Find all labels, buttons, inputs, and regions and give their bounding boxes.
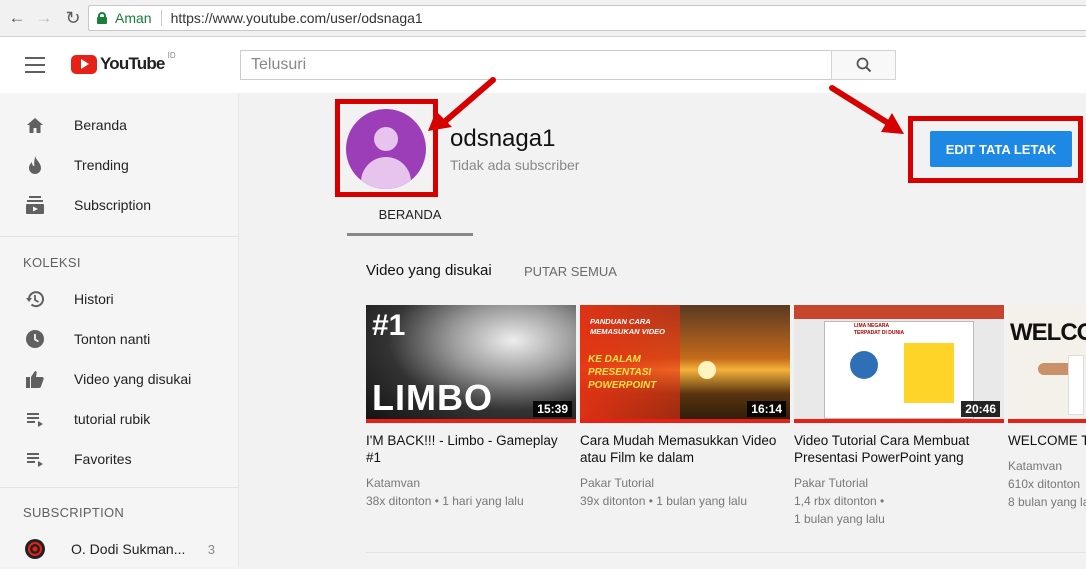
thumbs-up-icon	[24, 368, 46, 390]
tab-beranda[interactable]: BERANDA	[347, 196, 473, 236]
reload-icon[interactable]: ↻	[62, 7, 84, 29]
back-icon[interactable]: ←	[6, 7, 28, 29]
sidebar-item-label: Favorites	[74, 451, 132, 467]
sidebar-item-favorites[interactable]: Favorites	[0, 439, 239, 479]
video-card[interactable]: PANDUAN CARA MEMASUKAN VIDEO KE DALAM PR…	[580, 305, 790, 510]
youtube-header: YouTube ID Telusuri	[0, 37, 1086, 93]
sidebar-item-label: Subscription	[74, 197, 152, 213]
home-icon	[24, 114, 46, 136]
video-title[interactable]: Cara Mudah Memasukkan Video atau Film ke…	[580, 432, 790, 466]
annotation-box-edit	[908, 116, 1083, 183]
video-channel[interactable]: Pakar Tutorial	[794, 474, 1004, 492]
video-title[interactable]: I'M BACK!!! - Limbo - Gameplay #1	[366, 432, 576, 466]
video-duration: 16:14	[747, 401, 786, 417]
section-title[interactable]: Video yang disukai	[366, 262, 492, 279]
play-icon	[71, 54, 97, 74]
video-duration: 15:39	[533, 401, 572, 417]
sidebar-item-tutorial-rubik[interactable]: tutorial rubik	[0, 399, 239, 439]
video-channel[interactable]: Katamvan	[1008, 457, 1086, 475]
video-views: 39x ditonton • 1 bulan yang lalu	[580, 494, 747, 508]
thumbnail-text: LIMBO	[372, 377, 493, 418]
sidebar-item-tonton-nanti[interactable]: Tonton nanti	[0, 319, 239, 359]
video-views: 1,4 rbx ditonton •	[794, 494, 885, 508]
video-duration: 20:46	[961, 401, 1000, 417]
video-card[interactable]: WELCOME WELCOME T CHANNEL:D Katamvan 610…	[1008, 305, 1086, 511]
video-meta: Pakar Tutorial 39x ditonton • 1 bulan ya…	[580, 474, 790, 510]
subscription-count: 3	[207, 541, 215, 557]
video-date: 1 bulan yang lalu	[794, 512, 885, 526]
subscriber-count: Tidak ada subscriber	[450, 157, 580, 173]
playlist-icon	[24, 448, 46, 470]
video-thumbnail[interactable]: PANDUAN CARA MEMASUKAN VIDEO KE DALAM PR…	[580, 305, 790, 423]
video-views: 610x ditonton	[1008, 477, 1081, 491]
video-meta: Katamvan 38x ditonton • 1 hari yang lalu	[366, 474, 576, 510]
url-text[interactable]: https://www.youtube.com/user/odsnaga1	[171, 10, 423, 26]
sidebar-item-trending[interactable]: Trending	[0, 145, 239, 185]
thumbnail-text: KE DALAM PRESENTASI POWERPOINT	[588, 354, 657, 391]
search-icon	[856, 57, 871, 73]
secure-label: Aman	[115, 10, 152, 26]
video-thumbnail[interactable]: #1 LIMBO 15:39	[366, 305, 576, 423]
sidebar-item-video-disukai[interactable]: Video yang disukai	[0, 359, 239, 399]
video-date: 8 bulan yang lalu	[1008, 495, 1086, 509]
video-views: 38x ditonton • 1 hari yang lalu	[366, 494, 524, 508]
sidebar-item-label: Tonton nanti	[74, 331, 151, 347]
video-card[interactable]: #1 LIMBO 15:39 I'M BACK!!! - Limbo - Gam…	[366, 305, 576, 510]
youtube-logo[interactable]: YouTube ID	[71, 51, 176, 74]
annotation-box-avatar	[335, 99, 438, 197]
search-button[interactable]	[831, 50, 896, 80]
url-divider	[160, 10, 162, 26]
thumbnail-text: WELCOME	[1010, 319, 1086, 346]
sidebar-item-histori[interactable]: Histori	[0, 279, 239, 319]
play-all-link[interactable]: PUTAR SEMUA	[524, 264, 617, 279]
sidebar-divider	[0, 236, 239, 237]
video-thumbnail[interactable]: WELCOME	[1008, 305, 1086, 423]
channel-avatar	[24, 538, 46, 560]
video-channel[interactable]: Pakar Tutorial	[580, 474, 790, 492]
sidebar-item-label: tutorial rubik	[74, 411, 151, 427]
sidebar-item-label: O. Dodi Sukman...	[71, 541, 186, 557]
watched-progress-bar	[794, 419, 1004, 423]
thumbnail-text: LIMA NEGARA TERPADAT DI DUNIA	[854, 323, 905, 336]
video-meta: Pakar Tutorial 1,4 rbx ditonton • 1 bula…	[794, 474, 1004, 528]
video-meta: Katamvan 610x ditonton 8 bulan yang lalu	[1008, 457, 1086, 511]
watched-progress-bar	[1008, 419, 1086, 423]
video-card[interactable]: LIMA NEGARA TERPADAT DI DUNIA 20:46 Vide…	[794, 305, 1004, 528]
browser-toolbar: ← → ↻ Aman https://www.youtube.com/user/…	[0, 0, 1086, 37]
thumbnail-text: #1	[372, 309, 406, 342]
address-bar[interactable]: Aman https://www.youtube.com/user/odsnag…	[88, 5, 1086, 31]
trending-icon	[24, 154, 46, 176]
forward-icon[interactable]: →	[33, 7, 55, 29]
sidebar-item-label: Beranda	[74, 117, 127, 133]
sidebar-divider	[0, 487, 239, 488]
video-channel[interactable]: Katamvan	[366, 474, 576, 492]
subscription-icon	[24, 194, 46, 216]
channel-name: odsnaga1	[450, 125, 556, 152]
playlist-icon	[24, 408, 46, 430]
sidebar-item-label: Video yang disukai	[74, 371, 192, 387]
sidebar-item-label: Histori	[74, 291, 114, 307]
subscriptions-heading: SUBSCRIPTION	[23, 505, 125, 520]
menu-icon[interactable]	[25, 57, 45, 73]
clock-icon	[24, 328, 46, 350]
section-divider	[366, 552, 1086, 553]
history-icon	[24, 288, 46, 310]
watched-progress-bar	[366, 419, 576, 423]
sidebar-item-subscription-channel[interactable]: O. Dodi Sukman... 3	[0, 529, 239, 569]
watched-progress-bar	[580, 419, 790, 423]
library-heading: KOLEKSI	[23, 255, 81, 270]
sidebar-item-label: Trending	[74, 157, 129, 173]
logo-country: ID	[167, 51, 176, 60]
lock-icon	[97, 12, 107, 24]
sidebar-item-beranda[interactable]: Beranda	[0, 105, 239, 145]
sidebar-item-subscription[interactable]: Subscription	[0, 185, 239, 225]
search-input[interactable]: Telusuri	[240, 50, 832, 80]
video-thumbnail[interactable]: LIMA NEGARA TERPADAT DI DUNIA 20:46	[794, 305, 1004, 423]
video-title[interactable]: WELCOME T CHANNEL:D	[1008, 432, 1086, 449]
thumbnail-text: PANDUAN CARA MEMASUKAN VIDEO	[590, 317, 666, 336]
logo-text: YouTube	[100, 54, 165, 73]
video-title[interactable]: Video Tutorial Cara Membuat Presentasi P…	[794, 432, 1004, 466]
sidebar: Beranda Trending Subscription KOLEKSI Hi…	[0, 93, 239, 567]
